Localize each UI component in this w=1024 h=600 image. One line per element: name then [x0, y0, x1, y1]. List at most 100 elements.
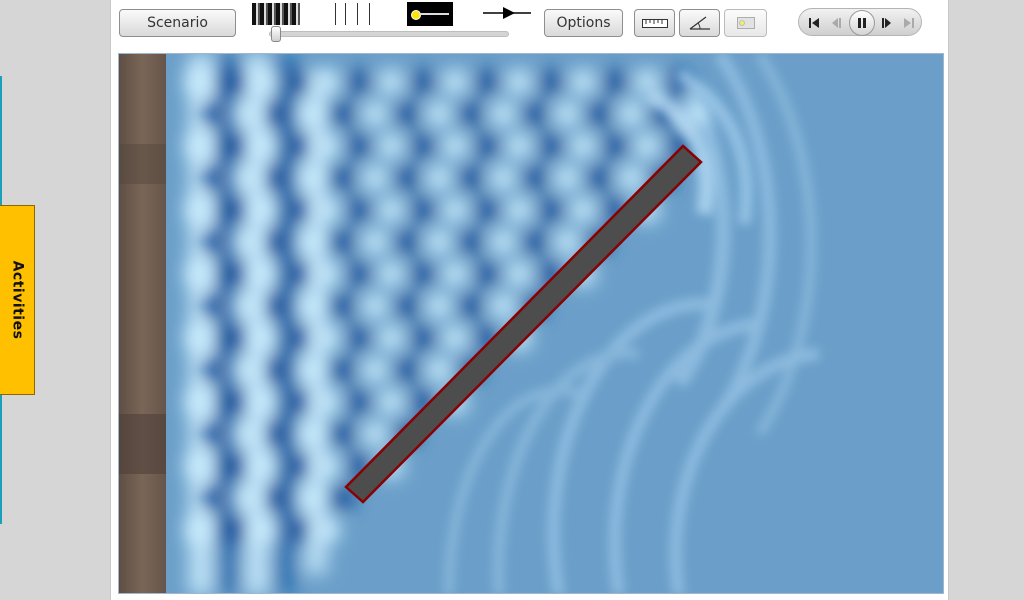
wave-field: [119, 54, 943, 593]
wave-crest: [298, 165, 324, 191]
wave-trough: [202, 357, 228, 383]
wave-crest: [634, 133, 660, 159]
wave-crest: [186, 69, 212, 95]
wave-trough: [282, 517, 308, 543]
wave-trough: [330, 101, 356, 127]
activities-tab-label: Activities: [9, 260, 25, 340]
wave-crest: [426, 293, 452, 319]
wave-crest: [442, 197, 468, 223]
wave-trough: [522, 165, 548, 191]
wave-crest: [314, 69, 340, 95]
wave-trough: [282, 197, 308, 223]
wave-trough: [346, 197, 372, 223]
wave-crest: [570, 133, 596, 159]
wave-crest: [442, 325, 468, 351]
wave-trough: [266, 357, 292, 383]
ruler-button[interactable]: [634, 9, 675, 37]
wave-crest: [362, 101, 388, 127]
wave-crest: [490, 165, 516, 191]
wave-trough: [218, 261, 244, 287]
ripple-tank[interactable]: [118, 53, 944, 594]
wave-trough: [410, 325, 436, 351]
wave-trough: [330, 293, 356, 319]
ruler-icon: [641, 19, 668, 28]
wave-crest: [314, 197, 340, 223]
wave-trough: [394, 357, 420, 383]
step-forward-button[interactable]: [875, 12, 897, 34]
wave-crest: [314, 325, 340, 351]
wave-trough: [218, 453, 244, 479]
wave-trough: [394, 165, 420, 191]
wave-crest: [506, 69, 532, 95]
wave-trough: [346, 69, 372, 95]
options-button[interactable]: Options: [544, 9, 623, 37]
source-slider-track[interactable]: [269, 31, 509, 37]
wave-trough: [346, 133, 372, 159]
wave-trough: [282, 133, 308, 159]
wave-trough: [282, 389, 308, 415]
detector-button[interactable]: [724, 9, 767, 37]
wave-trough: [266, 421, 292, 447]
detector-icon: [736, 17, 755, 29]
frequency-stripes-icon: [252, 3, 300, 25]
wave-trough: [282, 69, 308, 95]
wave-crest: [362, 293, 388, 319]
wave-crest: [570, 69, 596, 95]
wave-trough: [538, 69, 564, 95]
wave-crest: [298, 101, 324, 127]
wave-trough: [202, 293, 228, 319]
wave-trough: [218, 197, 244, 223]
wave-crest: [298, 421, 324, 447]
activities-tab[interactable]: Activities: [0, 205, 35, 395]
wave-crest: [186, 325, 212, 351]
wave-trough: [330, 165, 356, 191]
wave-crest: [378, 261, 404, 287]
pause-button[interactable]: [849, 10, 875, 36]
amplitude-lines-icon: [335, 3, 375, 25]
bottom-strip: [111, 594, 948, 600]
wave-trough: [202, 421, 228, 447]
wave-trough: [474, 261, 500, 287]
wave-crest: [490, 101, 516, 127]
wave-crest: [186, 389, 212, 415]
wave-crest: [506, 197, 532, 223]
wave-trough: [346, 389, 372, 415]
wave-trough: [602, 133, 628, 159]
wave-crest: [250, 325, 276, 351]
wave-crest: [298, 293, 324, 319]
wave-crest: [234, 165, 260, 191]
wave-crest: [554, 165, 580, 191]
wave-trough: [474, 197, 500, 223]
wave-crest: [490, 293, 516, 319]
wave-crest: [378, 197, 404, 223]
wave-crest: [554, 101, 580, 127]
wave-trough: [218, 517, 244, 543]
skip-to-start-button[interactable]: [803, 12, 825, 34]
wave-crest: [570, 197, 596, 223]
wave-trough: [218, 69, 244, 95]
wave-crest: [314, 517, 340, 543]
wave-crest: [186, 197, 212, 223]
wave-crest: [362, 421, 388, 447]
wave-crest: [442, 133, 468, 159]
wave-trough: [410, 69, 436, 95]
wave-crest: [250, 197, 276, 223]
wave-source-icon[interactable]: [407, 2, 453, 26]
wave-crest: [234, 421, 260, 447]
protractor-button[interactable]: [679, 9, 720, 37]
wave-trough: [410, 197, 436, 223]
scenario-button[interactable]: Scenario: [119, 9, 236, 37]
wave-trough: [218, 389, 244, 415]
wave-trough: [538, 133, 564, 159]
wave-trough: [394, 229, 420, 255]
wave-crest: [554, 229, 580, 255]
wave-crest: [490, 229, 516, 255]
wave-trough: [218, 133, 244, 159]
source-slider-thumb[interactable]: [271, 26, 281, 42]
wave-trough: [346, 261, 372, 287]
playback-controls: [798, 8, 922, 36]
wave-trough: [522, 101, 548, 127]
skip-to-end-button: [898, 12, 920, 34]
wave-trough: [282, 325, 308, 351]
wave-crest: [362, 357, 388, 383]
